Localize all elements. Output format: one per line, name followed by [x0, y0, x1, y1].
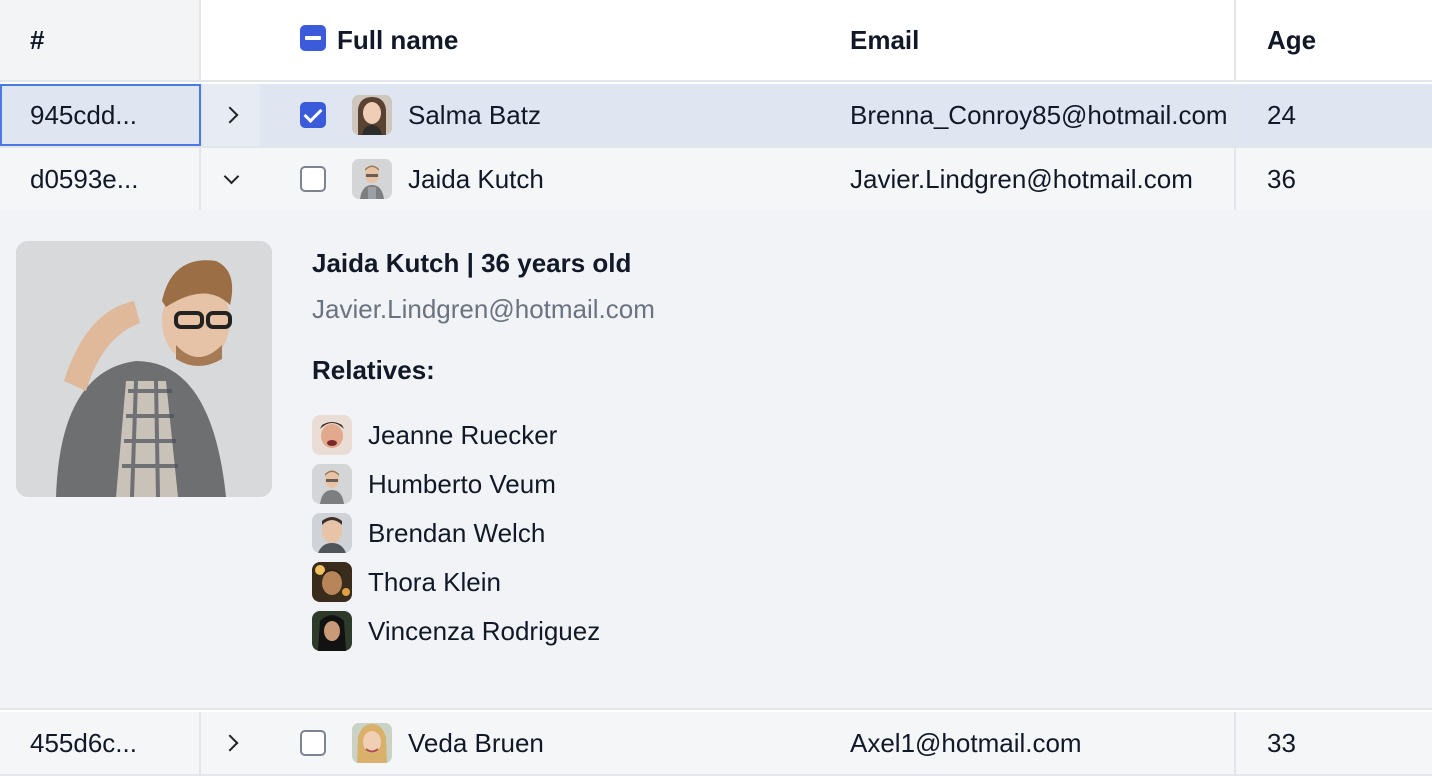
- expand-button[interactable]: [203, 84, 260, 146]
- avatar: [312, 562, 352, 602]
- list-item: Thora Klein: [312, 562, 501, 602]
- avatar: [312, 611, 352, 651]
- collapse-button[interactable]: [203, 148, 260, 210]
- column-divider: [1234, 84, 1236, 146]
- detail-email: Javier.Lindgren@hotmail.com: [312, 294, 655, 324]
- header-email[interactable]: Email: [850, 0, 919, 80]
- column-divider: [1234, 148, 1236, 210]
- avatar: [312, 415, 352, 455]
- table-row[interactable]: d0593e... Jaida Kutch Javier.Lindgren@ho…: [0, 148, 1432, 212]
- row-age: 33: [1267, 727, 1296, 758]
- list-item: Brendan Welch: [312, 513, 545, 553]
- row-full-name: Jaida Kutch: [408, 163, 544, 194]
- list-item: Humberto Veum: [312, 464, 556, 504]
- column-divider: [1234, 712, 1236, 774]
- detail-title: Jaida Kutch | 36 years old: [312, 248, 632, 278]
- expand-button[interactable]: [203, 712, 260, 774]
- header-id[interactable]: #: [30, 0, 44, 80]
- grid-header: # Full name Email Age: [0, 0, 1432, 82]
- relative-name: Brendan Welch: [368, 517, 546, 548]
- relative-name: Thora Klein: [368, 566, 501, 597]
- header-age[interactable]: Age: [1267, 0, 1316, 80]
- row-email: Javier.Lindgren@hotmail.com: [850, 163, 1193, 194]
- data-grid: # Full name Email Age 945cdd... Salma Ba…: [0, 0, 1432, 779]
- select-all-checkbox[interactable]: [300, 25, 326, 51]
- chevron-right-icon: [221, 106, 238, 124]
- row-checkbox[interactable]: [300, 102, 326, 128]
- avatar: [352, 95, 392, 135]
- relative-name: Jeanne Ruecker: [368, 419, 558, 450]
- list-item: Jeanne Ruecker: [312, 415, 557, 455]
- row-id: 945cdd...: [30, 99, 137, 130]
- relative-name: Vincenza Rodriguez: [368, 615, 601, 646]
- avatar: [312, 464, 352, 504]
- table-row[interactable]: 455d6c... Veda Bruen Axel1@hotmail.com 3…: [0, 712, 1432, 776]
- row-age: 24: [1267, 99, 1296, 130]
- row-checkbox[interactable]: [300, 730, 326, 756]
- row-email: Axel1@hotmail.com: [850, 727, 1082, 758]
- row-age: 36: [1267, 163, 1296, 194]
- row-full-name: Veda Bruen: [408, 727, 544, 758]
- row-checkbox[interactable]: [300, 166, 326, 192]
- relatives-heading: Relatives:: [312, 355, 435, 385]
- header-full-name[interactable]: Full name: [337, 0, 458, 80]
- row-id: d0593e...: [30, 163, 139, 194]
- chevron-right-icon: [221, 734, 238, 752]
- row-detail-panel: Jaida Kutch | 36 years old Javier.Lindgr…: [0, 210, 1432, 710]
- avatar: [352, 723, 392, 763]
- table-row[interactable]: 945cdd... Salma Batz Brenna_Conroy85@hot…: [0, 84, 1432, 148]
- avatar: [312, 513, 352, 553]
- column-divider[interactable]: [1234, 0, 1236, 80]
- avatar: [352, 159, 392, 199]
- row-full-name: Salma Batz: [408, 99, 541, 130]
- profile-photo: [16, 241, 272, 497]
- list-item: Vincenza Rodriguez: [312, 611, 600, 651]
- row-email: Brenna_Conroy85@hotmail.com: [850, 99, 1228, 130]
- relative-name: Humberto Veum: [368, 468, 556, 499]
- chevron-down-icon: [223, 168, 240, 184]
- row-id: 455d6c...: [30, 727, 137, 758]
